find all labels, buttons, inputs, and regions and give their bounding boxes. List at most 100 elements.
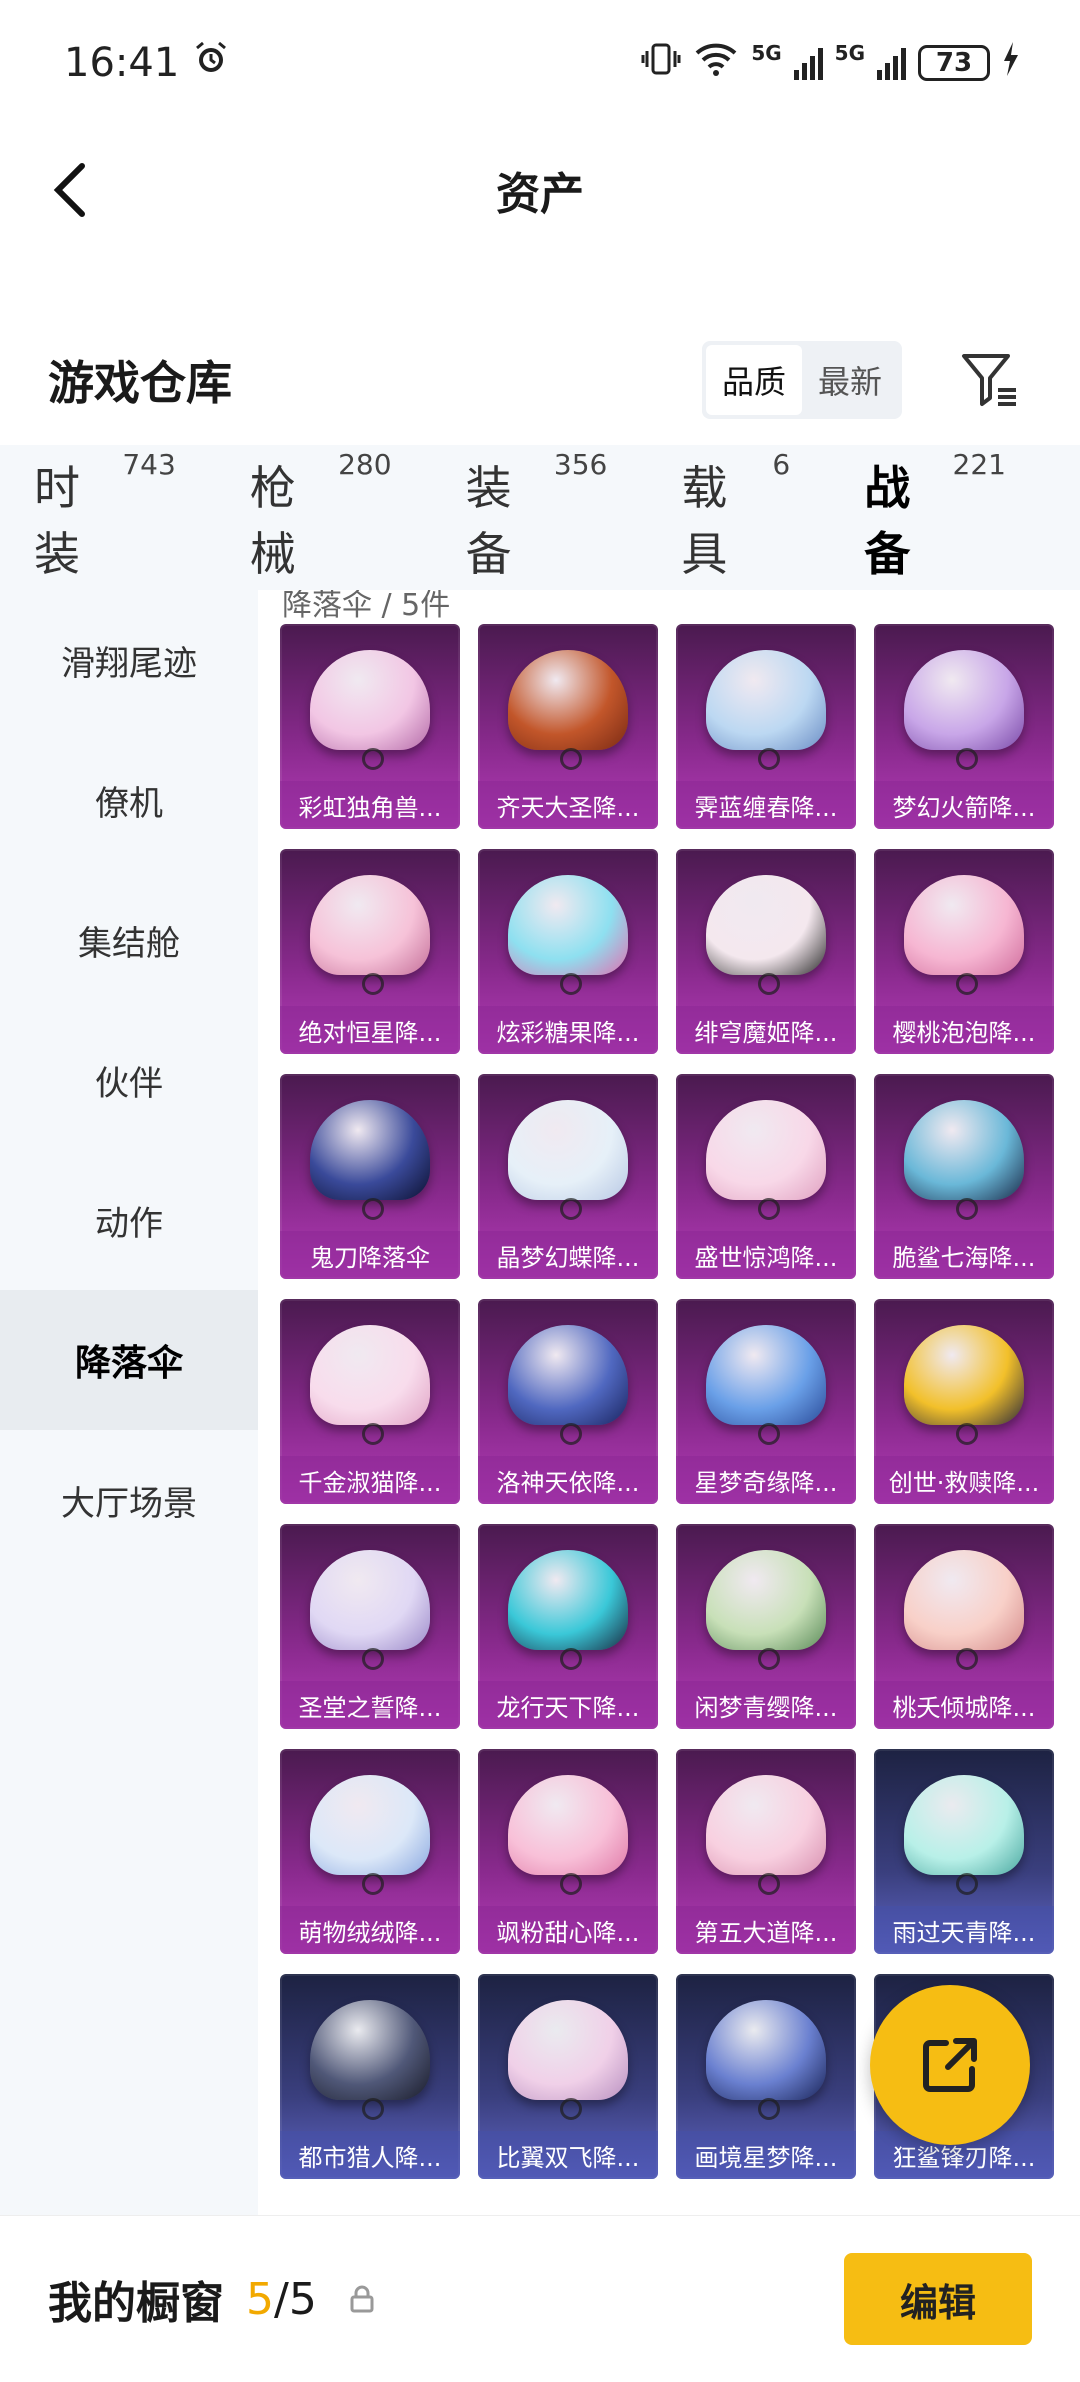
sidebar-item-companion[interactable]: 伙伴 bbox=[0, 1010, 258, 1150]
parachute-icon bbox=[706, 1550, 826, 1670]
parachute-icon bbox=[904, 1325, 1024, 1445]
tab-fashion[interactable]: 时装 743 bbox=[34, 448, 176, 584]
sidebar: 滑翔尾迹 僚机 集结舱 伙伴 动作 降落伞 大厅场景 bbox=[0, 590, 258, 2220]
sort-toggle: 品质 最新 bbox=[701, 341, 902, 419]
parachute-name: 绝对恒星降... bbox=[280, 1006, 460, 1054]
parachute-card[interactable]: 飒粉甜心降... bbox=[478, 1749, 658, 1954]
parachute-card[interactable]: 桃夭倾城降... bbox=[874, 1524, 1054, 1729]
parachute-icon bbox=[508, 1550, 628, 1670]
parachute-icon bbox=[904, 1550, 1024, 1670]
sidebar-item-emote[interactable]: 动作 bbox=[0, 1150, 258, 1290]
parachute-icon bbox=[310, 1325, 430, 1445]
parachute-name: 第五大道降... bbox=[676, 1906, 856, 1954]
warehouse-header: 游戏仓库 品质 最新 bbox=[0, 330, 1080, 430]
tab-equipment[interactable]: 装备 356 bbox=[466, 448, 608, 584]
showcase-bar: 我的橱窗 5/5 编辑 bbox=[0, 2215, 1080, 2382]
parachute-name: 桃夭倾城降... bbox=[874, 1681, 1054, 1729]
parachute-card[interactable]: 绯穹魔姬降... bbox=[676, 849, 856, 1054]
parachute-name: 星梦奇缘降... bbox=[676, 1456, 856, 1504]
parachute-card[interactable]: 闲梦青缨降... bbox=[676, 1524, 856, 1729]
battery-indicator: 73 bbox=[918, 44, 990, 81]
parachute-card[interactable]: 比翼双飞降... bbox=[478, 1974, 658, 2179]
back-button[interactable] bbox=[40, 160, 100, 220]
parachute-card[interactable]: 炫彩糖果降... bbox=[478, 849, 658, 1054]
item-grid-panel: 降落伞 / 5件 彩虹独角兽... 齐天大圣降... 霁蓝缠春降... 梦幻火箭降..… bbox=[258, 590, 1080, 2220]
sidebar-item-parachute[interactable]: 降落伞 bbox=[0, 1290, 258, 1430]
vibrate-icon bbox=[641, 41, 681, 84]
parachute-icon bbox=[706, 650, 826, 770]
parachute-card[interactable]: 晶梦幻蝶降... bbox=[478, 1074, 658, 1279]
parachute-card[interactable]: 彩虹独角兽... bbox=[280, 624, 460, 829]
parachute-card[interactable]: 樱桃泡泡降... bbox=[874, 849, 1054, 1054]
parachute-icon bbox=[508, 1325, 628, 1445]
parachute-card[interactable]: 第五大道降... bbox=[676, 1749, 856, 1954]
parachute-card[interactable]: 千金淑猫降... bbox=[280, 1299, 460, 1504]
parachute-name: 雨过天青降... bbox=[874, 1906, 1054, 1954]
parachute-name: 洛神天依降... bbox=[478, 1456, 658, 1504]
parachute-name: 比翼双飞降... bbox=[478, 2131, 658, 2179]
parachute-name: 龙行天下降... bbox=[478, 1681, 658, 1729]
parachute-icon bbox=[310, 1775, 430, 1895]
charging-icon bbox=[1002, 42, 1020, 83]
parachute-card[interactable]: 雨过天青降... bbox=[874, 1749, 1054, 1954]
parachute-icon bbox=[904, 875, 1024, 995]
parachute-icon bbox=[310, 2000, 430, 2120]
parachute-card[interactable]: 梦幻火箭降... bbox=[874, 624, 1054, 829]
parachute-card[interactable]: 星梦奇缘降... bbox=[676, 1299, 856, 1504]
parachute-name: 画境星梦降... bbox=[676, 2131, 856, 2179]
parachute-name: 飒粉甜心降... bbox=[478, 1906, 658, 1954]
parachute-card[interactable]: 圣堂之誓降... bbox=[280, 1524, 460, 1729]
parachute-card[interactable]: 盛世惊鸿降... bbox=[676, 1074, 856, 1279]
nav-bar: 资产 bbox=[0, 140, 1080, 240]
parachute-icon bbox=[706, 1100, 826, 1220]
tab-weapons[interactable]: 枪械 280 bbox=[250, 448, 392, 584]
parachute-icon bbox=[508, 2000, 628, 2120]
parachute-card[interactable]: 画境星梦降... bbox=[676, 1974, 856, 2179]
page-title: 资产 bbox=[496, 169, 584, 220]
parachute-icon bbox=[904, 650, 1024, 770]
sort-quality-button[interactable]: 品质 bbox=[705, 345, 802, 415]
edit-button[interactable]: 编辑 bbox=[844, 2253, 1032, 2345]
parachute-icon bbox=[706, 2000, 826, 2120]
lock-icon bbox=[347, 2284, 377, 2314]
sidebar-item-pod[interactable]: 集结舱 bbox=[0, 870, 258, 1010]
parachute-card[interactable]: 霁蓝缠春降... bbox=[676, 624, 856, 829]
parachute-name: 晶梦幻蝶降... bbox=[478, 1231, 658, 1279]
parachute-name: 千金淑猫降... bbox=[280, 1456, 460, 1504]
parachute-name: 创世·救赎降... bbox=[874, 1456, 1054, 1504]
status-time: 16:41 bbox=[64, 39, 180, 86]
showcase-title: 我的橱窗 bbox=[48, 2278, 224, 2329]
filter-button[interactable] bbox=[958, 348, 1022, 412]
parachute-icon bbox=[706, 1775, 826, 1895]
parachute-icon bbox=[310, 875, 430, 995]
parachute-card[interactable]: 齐天大圣降... bbox=[478, 624, 658, 829]
sidebar-item-lobby-scene[interactable]: 大厅场景 bbox=[0, 1430, 258, 1570]
parachute-icon bbox=[508, 875, 628, 995]
parachute-name: 萌物绒绒降... bbox=[280, 1906, 460, 1954]
parachute-name: 脆鲨七海降... bbox=[874, 1231, 1054, 1279]
tab-vehicles[interactable]: 载具 6 bbox=[681, 448, 790, 584]
parachute-card[interactable]: 鬼刀降落伞 bbox=[280, 1074, 460, 1279]
parachute-name: 炫彩糖果降... bbox=[478, 1006, 658, 1054]
parachute-card[interactable]: 萌物绒绒降... bbox=[280, 1749, 460, 1954]
sort-newest-button[interactable]: 最新 bbox=[802, 345, 898, 415]
share-icon bbox=[923, 2038, 977, 2092]
parachute-card[interactable]: 洛神天依降... bbox=[478, 1299, 658, 1504]
warehouse-title: 游戏仓库 bbox=[48, 356, 232, 410]
parachute-name: 闲梦青缨降... bbox=[676, 1681, 856, 1729]
parachute-card[interactable]: 绝对恒星降... bbox=[280, 849, 460, 1054]
sidebar-item-glide-trail[interactable]: 滑翔尾迹 bbox=[0, 590, 258, 730]
parachute-icon bbox=[904, 1100, 1024, 1220]
sidebar-item-wingman[interactable]: 僚机 bbox=[0, 730, 258, 870]
share-button[interactable] bbox=[870, 1985, 1030, 2145]
parachute-name: 齐天大圣降... bbox=[478, 781, 658, 829]
parachute-card[interactable]: 都市猎人降... bbox=[280, 1974, 460, 2179]
parachute-icon bbox=[310, 1550, 430, 1670]
parachute-icon bbox=[508, 1100, 628, 1220]
parachute-card[interactable]: 创世·救赎降... bbox=[874, 1299, 1054, 1504]
parachute-card[interactable]: 龙行天下降... bbox=[478, 1524, 658, 1729]
item-grid: 彩虹独角兽... 齐天大圣降... 霁蓝缠春降... 梦幻火箭降... 绝对恒星降...… bbox=[280, 624, 1054, 2179]
tab-combat-gear[interactable]: 战备 221 bbox=[864, 448, 1006, 606]
signal-2-icon bbox=[877, 46, 906, 80]
parachute-card[interactable]: 脆鲨七海降... bbox=[874, 1074, 1054, 1279]
